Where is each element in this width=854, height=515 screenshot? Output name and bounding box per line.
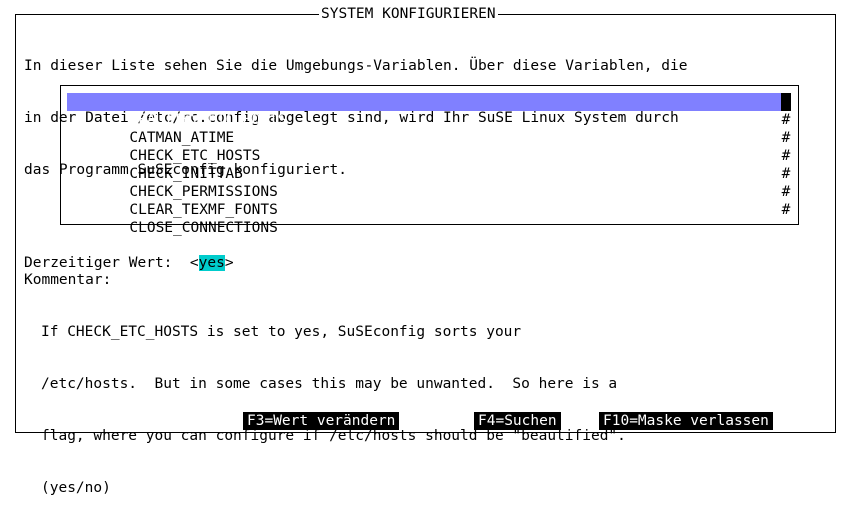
f10-exit-mask-button[interactable]: F10=Maske verlassen bbox=[599, 412, 773, 430]
current-value-line: Derzeitiger Wert: <yes> bbox=[24, 255, 234, 272]
list-item-check-etc-hosts[interactable]: CHECK_ETC_HOSTS # bbox=[67, 129, 791, 164]
current-value-field[interactable]: yes bbox=[198, 255, 225, 271]
comment-label: Kommentar: bbox=[24, 272, 112, 288]
list-item-catman-atime[interactable]: CATMAN_ATIME # bbox=[67, 111, 791, 146]
f2-info-button[interactable]: F2=Info anzeigen bbox=[40, 412, 188, 430]
value-bracket-close: > bbox=[224, 255, 234, 271]
dialog-title: SYSTEM KONFIGURIEREN bbox=[319, 6, 498, 23]
scrollbar-track[interactable]: # bbox=[781, 129, 791, 147]
intro-line: In dieser Liste sehen Sie die Umgebungs-… bbox=[24, 58, 688, 74]
list-item-beautify-etc-hosts[interactable]: BEAUTIFY_ETC_HOSTS # bbox=[67, 93, 791, 128]
comment-line: flag, where you can configure if /etc/ho… bbox=[41, 428, 626, 444]
scrollbar-track[interactable]: # bbox=[781, 111, 791, 129]
scrollbar-track[interactable]: # bbox=[781, 183, 791, 201]
comment-line: (yes/no) bbox=[41, 480, 111, 496]
variable-list[interactable]: BEAUTIFY_ETC_HOSTS # CATMAN_ATIME # CHEC… bbox=[60, 85, 799, 236]
list-item-clear-texmf-fonts[interactable]: CLEAR_TEXMF_FONTS # bbox=[67, 183, 791, 218]
comment-line: If CHECK_ETC_HOSTS is set to yes, SuSEco… bbox=[41, 324, 522, 340]
value-bracket-open: < bbox=[189, 255, 199, 271]
comment-line: /etc/hosts. But in some cases this may b… bbox=[41, 376, 618, 392]
scrollbar-track[interactable]: # bbox=[781, 201, 791, 219]
list-item-check-permissions[interactable]: CHECK_PERMISSIONS # bbox=[67, 165, 791, 200]
f3-change-value-button[interactable]: F3=Wert verändern bbox=[243, 412, 400, 430]
function-key-bar: F2=Info anzeigen F3=Wert verändern F4=Su… bbox=[36, 412, 806, 430]
scrollbar-track[interactable]: # bbox=[781, 147, 791, 165]
scrollbar-track[interactable]: # bbox=[781, 165, 791, 183]
comment-text: If CHECK_ETC_HOSTS is set to yes, SuSEco… bbox=[41, 290, 626, 515]
f4-search-button[interactable]: F4=Suchen bbox=[474, 412, 561, 430]
list-item-close-connections[interactable]: CLOSE_CONNECTIONS # bbox=[67, 201, 791, 236]
list-item-label: CLOSE_CONNECTIONS bbox=[129, 220, 278, 236]
current-value-label: Derzeitiger Wert: bbox=[24, 255, 173, 271]
scrollbar-thumb[interactable]: # bbox=[781, 93, 791, 111]
list-item-check-inittab[interactable]: CHECK_INITTAB # bbox=[67, 147, 791, 182]
